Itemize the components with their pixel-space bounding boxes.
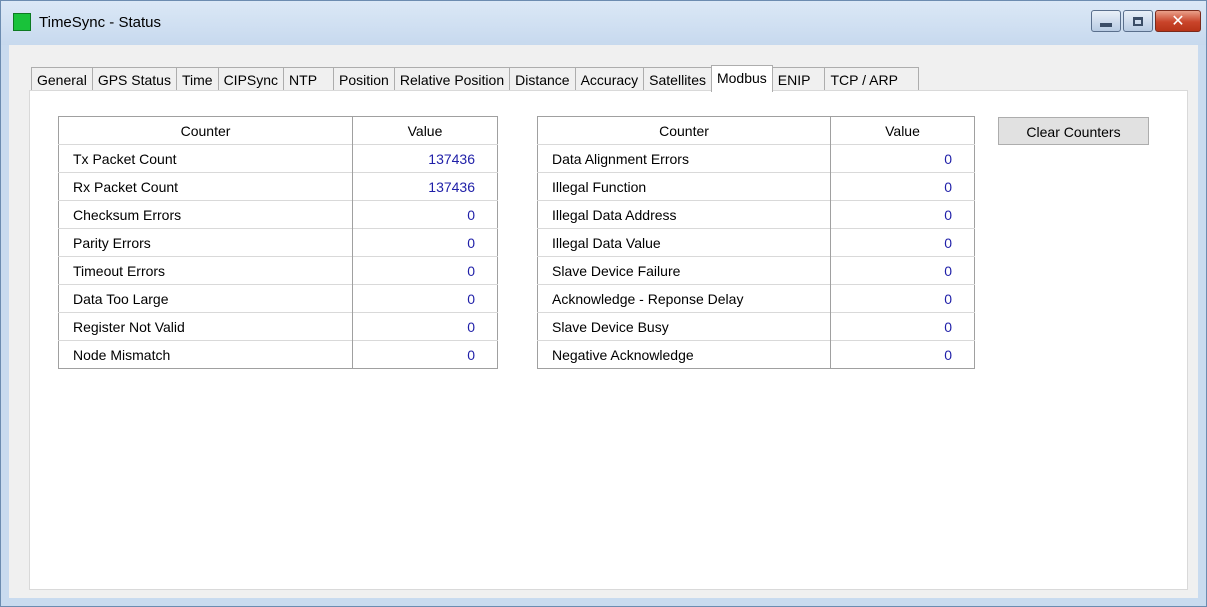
tab-time[interactable]: Time bbox=[175, 67, 219, 91]
tab-cipsync[interactable]: CIPSync bbox=[217, 67, 285, 91]
modbus-panel: Counter Value Tx Packet Count 137436 Rx … bbox=[29, 90, 1188, 590]
counter-name: Register Not Valid bbox=[58, 312, 353, 341]
tab-relative-position[interactable]: Relative Position bbox=[393, 67, 511, 91]
status-window: TimeSync - Status ✕ General GPS Status T… bbox=[0, 0, 1207, 607]
counter-name: Tx Packet Count bbox=[58, 144, 353, 173]
counter-value: 0 bbox=[830, 256, 975, 285]
table-row[interactable]: Register Not Valid 0 bbox=[58, 312, 498, 341]
counter-value: 137436 bbox=[352, 172, 498, 201]
close-icon: ✕ bbox=[1171, 11, 1185, 30]
counter-name: Node Mismatch bbox=[58, 340, 353, 369]
client-area: General GPS Status Time CIPSync NTP Posi… bbox=[9, 45, 1198, 598]
tab-modbus[interactable]: Modbus bbox=[710, 65, 773, 92]
table-row[interactable]: Slave Device Failure 0 bbox=[537, 256, 975, 285]
table-header: Counter Value bbox=[58, 116, 498, 145]
table-row[interactable]: Illegal Data Address 0 bbox=[537, 200, 975, 229]
window-title: TimeSync - Status bbox=[39, 14, 161, 31]
counter-value: 0 bbox=[352, 228, 498, 257]
counters-table-left: Counter Value Tx Packet Count 137436 Rx … bbox=[58, 116, 498, 369]
counters-table-right: Counter Value Data Alignment Errors 0 Il… bbox=[537, 116, 975, 369]
counter-name: Data Too Large bbox=[58, 284, 353, 313]
counter-name: Slave Device Failure bbox=[537, 256, 831, 285]
table-row[interactable]: Node Mismatch 0 bbox=[58, 340, 498, 369]
counter-name: Parity Errors bbox=[58, 228, 353, 257]
table-row[interactable]: Data Too Large 0 bbox=[58, 284, 498, 313]
close-button[interactable]: ✕ bbox=[1155, 10, 1201, 32]
tab-accuracy[interactable]: Accuracy bbox=[574, 67, 645, 91]
counter-name: Negative Acknowledge bbox=[537, 340, 831, 369]
maximize-button[interactable] bbox=[1123, 10, 1153, 32]
table-row[interactable]: Slave Device Busy 0 bbox=[537, 312, 975, 341]
table-row[interactable]: Rx Packet Count 137436 bbox=[58, 172, 498, 201]
counter-value: 0 bbox=[830, 340, 975, 369]
maximize-icon bbox=[1133, 16, 1143, 26]
tab-satellites[interactable]: Satellites bbox=[643, 67, 712, 91]
counter-value: 0 bbox=[830, 228, 975, 257]
tab-enip[interactable]: ENIP bbox=[771, 67, 826, 91]
app-icon bbox=[13, 13, 31, 31]
counter-value: 0 bbox=[352, 340, 498, 369]
tab-distance[interactable]: Distance bbox=[509, 67, 576, 91]
tab-tcp-arp[interactable]: TCP / ARP bbox=[824, 67, 919, 91]
column-header-counter: Counter bbox=[537, 116, 831, 145]
counter-value: 0 bbox=[352, 312, 498, 341]
tab-position[interactable]: Position bbox=[333, 67, 395, 91]
counter-value: 0 bbox=[830, 312, 975, 341]
counter-value: 137436 bbox=[352, 144, 498, 173]
counter-name: Rx Packet Count bbox=[58, 172, 353, 201]
table-row[interactable]: Parity Errors 0 bbox=[58, 228, 498, 257]
table-row[interactable]: Data Alignment Errors 0 bbox=[537, 144, 975, 173]
counter-value: 0 bbox=[352, 256, 498, 285]
counter-value: 0 bbox=[830, 284, 975, 313]
counter-name: Timeout Errors bbox=[58, 256, 353, 285]
counter-name: Acknowledge - Reponse Delay bbox=[537, 284, 831, 313]
counter-name: Illegal Function bbox=[537, 172, 831, 201]
counter-value: 0 bbox=[830, 144, 975, 173]
counter-value: 0 bbox=[830, 172, 975, 201]
column-header-value: Value bbox=[407, 122, 443, 139]
clear-counters-button[interactable]: Clear Counters bbox=[998, 117, 1149, 145]
counter-name: Checksum Errors bbox=[58, 200, 353, 229]
tab-gps-status[interactable]: GPS Status bbox=[91, 67, 177, 91]
table-row[interactable]: Illegal Function 0 bbox=[537, 172, 975, 201]
counter-name: Data Alignment Errors bbox=[537, 144, 831, 173]
table-row[interactable]: Illegal Data Value 0 bbox=[537, 228, 975, 257]
counter-name: Illegal Data Address bbox=[537, 200, 831, 229]
column-header-counter: Counter bbox=[58, 116, 353, 145]
counter-value: 0 bbox=[830, 200, 975, 229]
table-row[interactable]: Acknowledge - Reponse Delay 0 bbox=[537, 284, 975, 313]
minimize-button[interactable] bbox=[1091, 10, 1121, 32]
counter-name: Slave Device Busy bbox=[537, 312, 831, 341]
counter-value: 0 bbox=[352, 200, 498, 229]
title-bar[interactable]: TimeSync - Status ✕ bbox=[1, 1, 1206, 45]
minimize-icon bbox=[1100, 23, 1112, 27]
table-row[interactable]: Timeout Errors 0 bbox=[58, 256, 498, 285]
table-header: Counter Value bbox=[537, 116, 975, 145]
table-row[interactable]: Negative Acknowledge 0 bbox=[537, 340, 975, 369]
tab-strip: General GPS Status Time CIPSync NTP Posi… bbox=[31, 65, 919, 92]
column-header-value: Value bbox=[885, 122, 920, 139]
table-row[interactable]: Tx Packet Count 137436 bbox=[58, 144, 498, 173]
table-row[interactable]: Checksum Errors 0 bbox=[58, 200, 498, 229]
tab-general[interactable]: General bbox=[31, 67, 93, 91]
tab-ntp[interactable]: NTP bbox=[283, 67, 335, 91]
counter-value: 0 bbox=[352, 284, 498, 313]
counter-name: Illegal Data Value bbox=[537, 228, 831, 257]
